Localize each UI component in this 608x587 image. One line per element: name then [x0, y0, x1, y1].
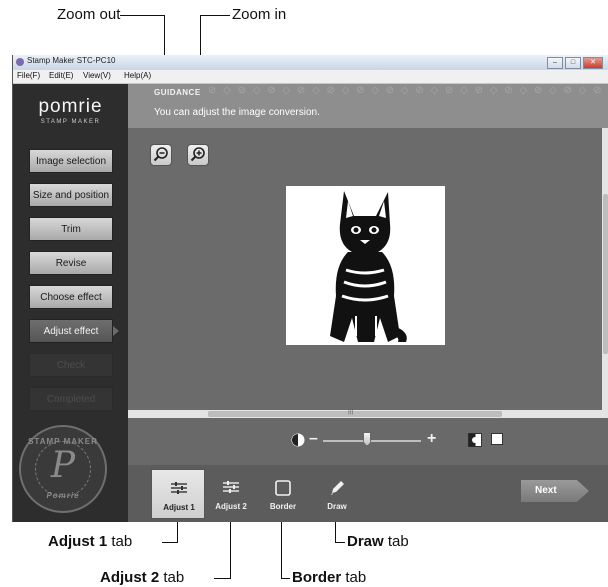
tab-adjust-2[interactable]: Adjust 2	[204, 469, 258, 519]
next-button[interactable]: Next	[521, 480, 589, 502]
zoom-in-callout: Zoom in	[232, 6, 287, 23]
adjust-controls: – +	[128, 418, 608, 465]
contrast-icon	[291, 433, 305, 447]
menu-file[interactable]: File(F)	[17, 71, 40, 80]
stamp-maker-seal: STAMP MAKER P Pomrie	[19, 425, 107, 513]
zoom-in-icon	[190, 147, 205, 162]
guidance-panel: ⊘ ◇ ⊘ ◇ ⊘ ◇ ⊘ ◇ ⊘ ◇ ⊘ ◇ ⊘ ◇ ⊘ ◇ ⊘ ◇ ⊘ ◇ …	[128, 84, 608, 128]
sliders-icon	[223, 481, 239, 493]
maximize-button[interactable]: □	[565, 57, 581, 69]
adjust2-tab-callout: Adjust 2 tab	[100, 569, 185, 586]
close-button[interactable]: ✕	[583, 57, 603, 69]
menu-view[interactable]: View(V)	[83, 71, 111, 80]
minimize-button[interactable]: –	[547, 57, 563, 69]
step-size-and-position[interactable]: Size and position	[29, 183, 113, 207]
cat-image-preview	[286, 186, 445, 345]
horizontal-scrollbar[interactable]: |||	[128, 408, 602, 418]
step-completed: Completed	[29, 387, 113, 411]
logo: pomrie	[38, 96, 103, 117]
zoom-in-button[interactable]	[187, 144, 209, 166]
image-canvas	[128, 128, 602, 410]
tab-draw[interactable]: Draw	[310, 469, 364, 519]
current-step-arrow-icon	[113, 326, 119, 336]
step-trim[interactable]: Trim	[29, 217, 113, 241]
zoom-out-icon	[153, 147, 168, 162]
contrast-slider-track[interactable]	[323, 440, 421, 442]
next-button-label: Next	[535, 485, 557, 496]
tab-border-label: Border	[269, 502, 297, 511]
step-check: Check	[29, 353, 113, 377]
border-tab-callout: Border tab	[292, 569, 367, 586]
menu-edit[interactable]: Edit(E)	[49, 71, 73, 80]
menu-help[interactable]: Help(A)	[124, 71, 151, 80]
horizontal-scroll-thumb[interactable]: |||	[208, 408, 502, 417]
decrease-label: –	[309, 430, 318, 447]
cat-silhouette-image	[330, 191, 407, 342]
tab-bar: Adjust 1 Adjust 2 Border Draw Next	[128, 465, 608, 522]
pencil-icon	[331, 481, 344, 495]
step-choose-effect[interactable]: Choose effect	[29, 285, 113, 309]
contrast-slider-handle[interactable]	[363, 432, 372, 446]
vertical-scroll-thumb[interactable]	[603, 194, 608, 354]
logo-subtitle: STAMP MAKER	[40, 119, 101, 125]
app-window: Stamp Maker STC-PC10 – □ ✕ File(F) Edit(…	[12, 55, 608, 522]
zoom-out-callout: Zoom out	[57, 6, 121, 23]
tab-border[interactable]: Border	[256, 469, 310, 519]
zoom-out-button[interactable]	[150, 144, 172, 166]
invert-checkbox[interactable]	[491, 433, 503, 445]
step-revise[interactable]: Revise	[29, 251, 113, 275]
tab-adjust-1[interactable]: Adjust 1	[151, 469, 205, 519]
app-icon	[16, 58, 24, 66]
adjust1-tab-callout: Adjust 1 tab	[48, 533, 133, 550]
guidance-text: You can adjust the image conversion.	[154, 107, 320, 118]
sliders-icon	[171, 482, 187, 494]
step-adjust-effect[interactable]: Adjust effect	[29, 319, 113, 343]
increase-label: +	[427, 430, 437, 447]
vertical-scrollbar[interactable]	[602, 128, 608, 418]
invert-icon	[468, 433, 482, 447]
step-image-selection[interactable]: Image selection	[29, 149, 113, 173]
tab-adjust-1-label: Adjust 1	[163, 503, 195, 512]
tab-draw-label: Draw	[327, 502, 347, 511]
sidebar: pomrie STAMP MAKER Image selection Size …	[13, 84, 128, 522]
square-icon	[275, 480, 291, 496]
draw-tab-callout: Draw tab	[347, 533, 409, 550]
guidance-pattern: ⊘ ◇ ⊘ ◇ ⊘ ◇ ⊘ ◇ ⊘ ◇ ⊘ ◇ ⊘ ◇ ⊘ ◇ ⊘ ◇ ⊘ ◇ …	[208, 85, 608, 96]
title-bar: Stamp Maker STC-PC10 – □ ✕	[13, 55, 608, 71]
window-title: Stamp Maker STC-PC10	[27, 56, 116, 65]
tab-adjust-2-label: Adjust 2	[215, 502, 247, 511]
guidance-label: GUIDANCE	[154, 88, 201, 97]
menu-bar: File(F) Edit(E) View(V) Help(A)	[13, 70, 608, 84]
